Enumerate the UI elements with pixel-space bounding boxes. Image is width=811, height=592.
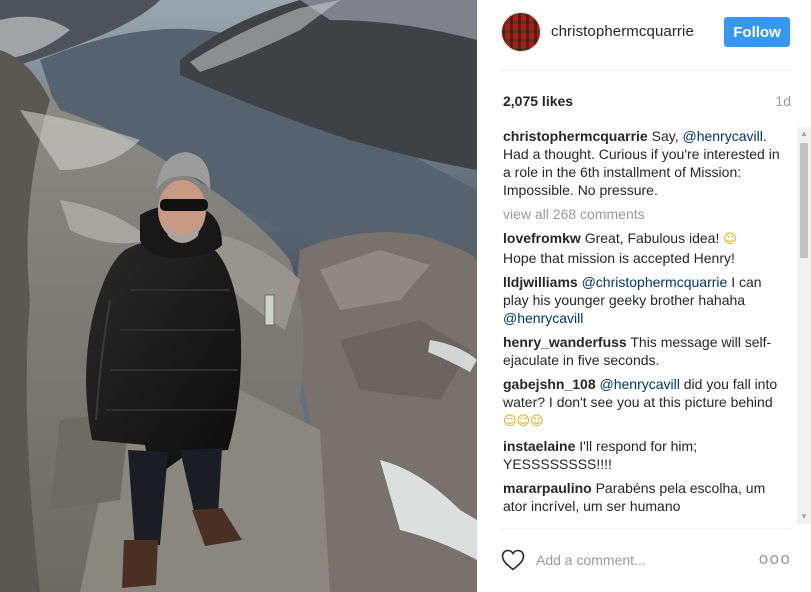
header-divider <box>501 70 791 71</box>
comment-text: Hope that mission is accepted Henry! <box>503 250 735 266</box>
footer-divider <box>501 528 791 529</box>
comment-item: mararpaulino Parabéns pela escolha, um a… <box>503 479 787 515</box>
photo-scene <box>0 0 477 592</box>
comment-item: gabejshn_108 @henrycavill did you fall i… <box>503 375 787 431</box>
avatar[interactable] <box>501 12 541 52</box>
comment-text: Great, Fabulous idea! <box>580 230 724 246</box>
post-header: christophermcquarrie Follow <box>477 0 811 70</box>
add-comment-input[interactable] <box>536 548 756 572</box>
smile-emoji-icon: ☺ <box>723 232 737 247</box>
comment-username[interactable]: gabejshn_108 <box>503 376 596 392</box>
follow-button[interactable]: Follow <box>724 17 790 47</box>
caption-mention[interactable]: @henrycavill <box>682 128 762 144</box>
scrollbar-thumb[interactable] <box>800 143 808 258</box>
caption-username[interactable]: christophermcquarrie <box>503 128 648 144</box>
comment-item: henry_wanderfuss This message will self-… <box>503 333 787 369</box>
scroll-down-arrow-icon[interactable]: ▼ <box>797 510 811 524</box>
comments-scrollbar[interactable]: ▲ ▼ <box>797 127 811 524</box>
comments-list[interactable]: christophermcquarrie Say, @henrycavill. … <box>501 127 807 524</box>
post-side-panel: christophermcquarrie Follow 2,075 likes … <box>477 0 811 592</box>
heart-outline-icon[interactable] <box>501 549 525 571</box>
comment-username[interactable]: lldjwilliams <box>503 274 578 290</box>
caption: christophermcquarrie Say, @henrycavill. … <box>503 127 787 199</box>
comment-item: lldjwilliams @christophermcquarrie I can… <box>503 273 787 327</box>
comment-mention[interactable]: @henrycavill <box>503 310 583 326</box>
post-time[interactable]: 1d <box>775 93 791 109</box>
comment-item: instaelaine I'll respond for him; YESSSS… <box>503 437 787 473</box>
comment-item: lovefromkw Great, Fabulous idea! ☺ Hope … <box>503 229 787 267</box>
add-comment-row: ooo <box>501 545 791 575</box>
comment-username[interactable]: lovefromkw <box>503 230 581 246</box>
likes-row: 2,075 likes 1d <box>501 92 791 112</box>
comment-username[interactable]: henry_wanderfuss <box>503 334 627 350</box>
caption-text: Say, <box>647 128 683 144</box>
likes-count[interactable]: 2,075 likes <box>503 93 573 109</box>
post-username[interactable]: christophermcquarrie <box>551 23 694 40</box>
laughing-emoji-icon: ☺☺☺ <box>503 414 544 429</box>
view-all-comments-link[interactable]: view all 268 comments <box>503 205 787 223</box>
comment-username[interactable]: mararpaulino <box>503 480 592 496</box>
more-options-icon[interactable]: ooo <box>759 549 791 568</box>
scroll-up-arrow-icon[interactable]: ▲ <box>797 127 811 141</box>
comment-mention[interactable]: @henrycavill <box>600 376 680 392</box>
comment-username[interactable]: instaelaine <box>503 438 575 454</box>
comment-mention[interactable]: @christophermcquarrie <box>582 274 728 290</box>
post-photo[interactable] <box>0 0 477 592</box>
